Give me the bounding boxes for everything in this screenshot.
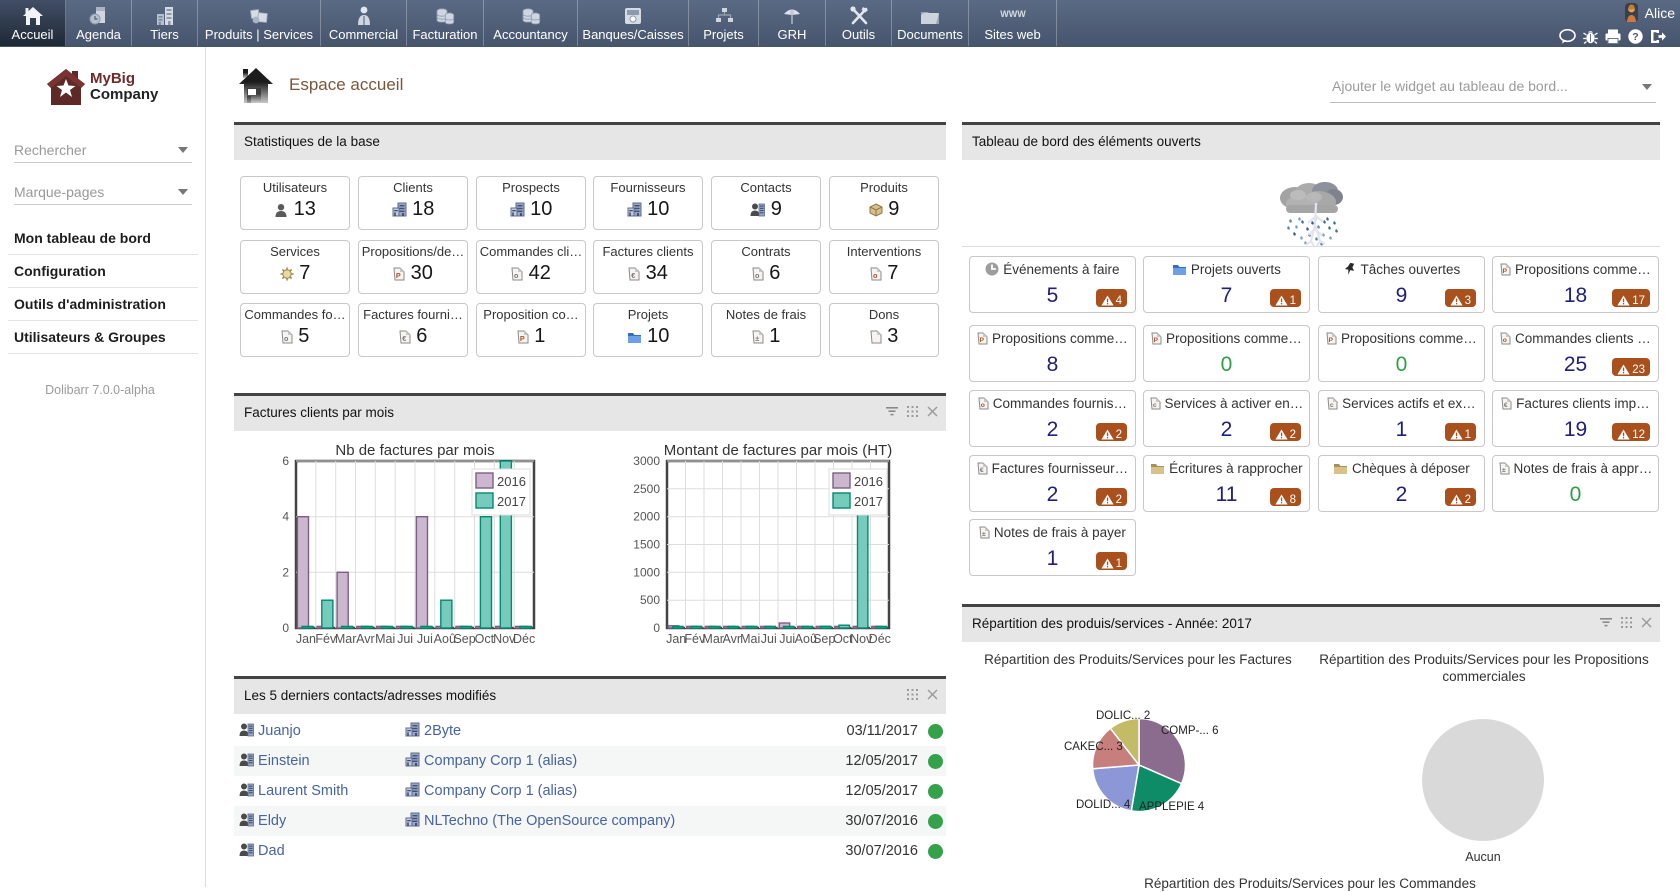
svg-text:Avr: Avr [723, 632, 742, 646]
svg-text:1000: 1000 [633, 565, 660, 579]
svg-text:Sep: Sep [453, 632, 475, 646]
svg-text:±: ± [982, 531, 986, 538]
svg-text:4: 4 [282, 510, 289, 524]
svg-text:2: 2 [282, 565, 289, 579]
svg-text:6: 6 [282, 454, 289, 468]
svg-text:CAKEC... 3: CAKEC... 3 [1064, 741, 1123, 753]
svg-text:Avr: Avr [356, 632, 375, 646]
svg-text:0: 0 [282, 621, 289, 635]
svg-text:2016: 2016 [497, 474, 526, 489]
svg-text:P: P [1329, 337, 1334, 344]
svg-text:P: P [396, 271, 401, 280]
svg-text:o: o [755, 271, 760, 280]
svg-text:DOLIC... 2: DOLIC... 2 [1096, 710, 1150, 722]
svg-text:Fév: Fév [315, 632, 337, 646]
svg-text:Jui: Jui [417, 632, 433, 646]
svg-text:APPLEPIE 4: APPLEPIE 4 [1139, 801, 1205, 813]
svg-text:€: € [631, 271, 635, 280]
svg-text:Mai: Mai [375, 632, 395, 646]
svg-text:Jan: Jan [296, 632, 316, 646]
svg-text:±: ± [1502, 467, 1506, 474]
svg-text:Mar: Mar [335, 632, 357, 646]
svg-text:o: o [1503, 337, 1507, 344]
svg-text:Sep: Sep [813, 632, 835, 646]
svg-text:DOLID... 4: DOLID... 4 [1076, 799, 1131, 811]
svg-text:o: o [981, 402, 985, 409]
svg-text:2017: 2017 [497, 494, 526, 509]
svg-text:P: P [520, 334, 525, 343]
svg-text:o: o [284, 334, 289, 343]
svg-text:?: ? [1632, 31, 1638, 43]
svg-text:€: € [1504, 402, 1508, 409]
svg-text:2017: 2017 [854, 494, 883, 509]
svg-text:Jui: Jui [397, 632, 413, 646]
svg-text:2500: 2500 [633, 482, 660, 496]
svg-text:COMP-... 6: COMP-... 6 [1161, 725, 1219, 737]
svg-text:o: o [873, 271, 878, 280]
svg-text:c: c [1153, 402, 1157, 409]
svg-text:€: € [980, 467, 984, 474]
svg-text:Mar: Mar [702, 632, 724, 646]
svg-text:Déc: Déc [869, 632, 891, 646]
svg-text:3000: 3000 [633, 454, 660, 468]
svg-text:0: 0 [653, 621, 660, 635]
svg-text:2000: 2000 [633, 510, 660, 524]
svg-text:Oct: Oct [475, 632, 495, 646]
svg-text:o: o [514, 271, 519, 280]
svg-text:WWW: WWW [1000, 9, 1026, 19]
svg-text:P: P [1503, 268, 1508, 275]
svg-text:P: P [1154, 337, 1159, 344]
svg-text:Jui: Jui [761, 632, 777, 646]
svg-text:Déc: Déc [513, 632, 535, 646]
svg-text:c: c [1330, 402, 1334, 409]
svg-text:€: € [402, 334, 406, 343]
svg-text:Jan: Jan [666, 632, 686, 646]
svg-text:Mai: Mai [740, 632, 760, 646]
svg-text:P: P [980, 337, 985, 344]
svg-text:2016: 2016 [854, 474, 883, 489]
svg-text:Aucun: Aucun [1465, 850, 1500, 864]
svg-text:Jui: Jui [779, 632, 795, 646]
svg-text:1500: 1500 [633, 538, 660, 552]
svg-text:500: 500 [640, 593, 660, 607]
svg-text:±: ± [755, 334, 759, 343]
